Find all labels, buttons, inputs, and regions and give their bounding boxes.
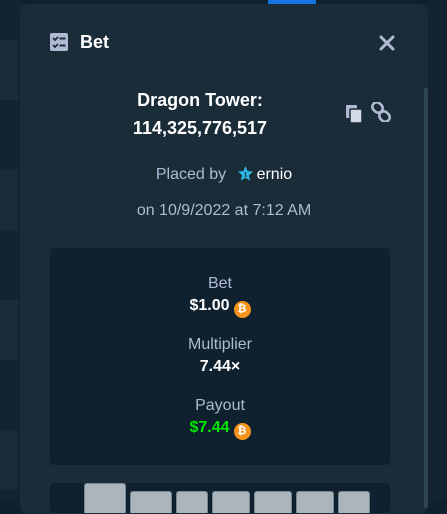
- modal-scrollbar[interactable]: [424, 88, 428, 508]
- tower-brick: [338, 491, 370, 513]
- tower-brick: [296, 491, 334, 513]
- placed-by: Placed by 1 ernio: [20, 165, 428, 184]
- multiplier-label: Multiplier: [187, 336, 252, 353]
- tower-brick: [212, 491, 250, 513]
- bet-modal: Bet Dragon Tower: 114,325,776,517 Placed…: [20, 4, 428, 514]
- username-link[interactable]: ernio: [257, 166, 293, 183]
- game-title: Dragon Tower:: [137, 90, 263, 110]
- copy-icon[interactable]: [346, 105, 362, 123]
- vip-star-icon: 1: [237, 166, 253, 181]
- placed-by-label: Placed by: [155, 166, 227, 183]
- bitcoin-icon: ₿: [233, 301, 251, 318]
- background-sidebar-item: [0, 40, 18, 100]
- bet-label: Bet: [207, 275, 232, 292]
- bet-value: $1.00: [189, 297, 230, 314]
- payout-value: $7.44: [189, 419, 230, 436]
- dragon-tower-preview: [50, 483, 390, 513]
- modal-header: Bet: [20, 4, 428, 82]
- tower-brick: [130, 491, 172, 513]
- modal-title: Bet: [80, 32, 110, 52]
- background-sidebar-item: [0, 300, 18, 360]
- svg-text:1: 1: [243, 171, 247, 178]
- tower-brick: [176, 491, 208, 513]
- bet-stats: Bet $1.00 ₿ Multiplier 7.44× Payout $7.44…: [50, 248, 390, 465]
- background-sidebar-item: [0, 430, 18, 490]
- background-sidebar-item: [0, 170, 18, 230]
- payout-amount: $7.44 ₿: [50, 419, 390, 440]
- bet-amount: $1.00 ₿: [50, 297, 390, 318]
- multiplier-value: 7.44×: [199, 358, 241, 375]
- link-icon[interactable]: [371, 102, 391, 122]
- close-icon[interactable]: [376, 32, 398, 54]
- bet-date: on 10/9/2022 at 7:12 AM: [136, 202, 312, 219]
- tower-brick: [84, 483, 126, 513]
- bet-slip-icon: [50, 33, 68, 51]
- payout-label: Payout: [195, 397, 245, 414]
- background-panel-right: [427, 0, 447, 500]
- bitcoin-icon: ₿: [233, 423, 251, 440]
- tower-brick: [254, 491, 292, 513]
- bet-id: 114,325,776,517: [132, 118, 268, 138]
